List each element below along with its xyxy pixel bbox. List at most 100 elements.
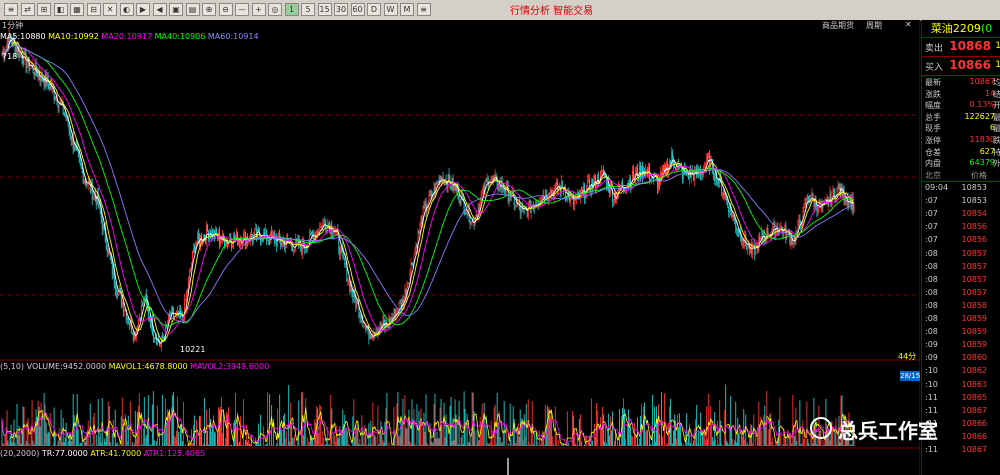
- toolbar-button[interactable]: ≡: [4, 3, 18, 16]
- tick-price: 10856: [961, 222, 987, 232]
- kline-chart[interactable]: [0, 20, 920, 475]
- toolbar-button[interactable]: 30: [334, 3, 348, 16]
- tick-price: 10859: [961, 327, 987, 337]
- candle-body: [388, 318, 390, 328]
- toolbar-button[interactable]: ⊟: [86, 3, 101, 16]
- candle-body: [714, 176, 716, 181]
- stat-value: 64379: [969, 158, 995, 168]
- toolbar-button[interactable]: 5: [301, 3, 315, 16]
- candle-body: [82, 173, 84, 184]
- candle-body: [804, 202, 806, 205]
- candle-body: [602, 170, 603, 171]
- candle-body: [486, 178, 488, 182]
- toolbar-button[interactable]: ◧: [53, 3, 68, 16]
- candle-body: [128, 322, 130, 325]
- toolbar-button[interactable]: ✕: [103, 3, 117, 16]
- toolbar-button[interactable]: —: [235, 3, 249, 16]
- candle-body: [601, 170, 602, 172]
- candle-body: [793, 237, 795, 244]
- candle-body: [383, 319, 385, 324]
- candle-body: [310, 231, 312, 233]
- tick-time: :09: [925, 353, 938, 363]
- candle-body: [165, 324, 167, 326]
- toolbar-button[interactable]: ▣: [169, 3, 183, 16]
- candle-body: [339, 249, 341, 256]
- candle-body: [672, 152, 674, 159]
- toolbar-button[interactable]: ⊕: [202, 3, 216, 16]
- toolbar-button[interactable]: ≡: [416, 3, 431, 16]
- candle-body: [42, 79, 44, 81]
- candle-body: [106, 250, 108, 253]
- candle-body: [798, 219, 800, 222]
- toolbar-button[interactable]: +: [251, 3, 266, 16]
- candle-body: [78, 153, 80, 158]
- toolbar-button[interactable]: ◎: [268, 3, 282, 16]
- candle-body: [232, 246, 234, 247]
- candle-body: [509, 198, 511, 200]
- bid-row[interactable]: 买入 10866 1: [922, 57, 1000, 76]
- candle-body: [519, 207, 521, 213]
- candle-body: [74, 145, 76, 151]
- toolbar-button[interactable]: ⊞: [37, 3, 51, 16]
- candle-body: [476, 214, 478, 218]
- scroll-indicator[interactable]: 28/15: [900, 371, 920, 381]
- candle-body: [795, 230, 797, 244]
- candle-body: [265, 229, 267, 235]
- ask-row[interactable]: 卖出 10868 1: [922, 38, 1000, 57]
- candle-body: [411, 263, 413, 266]
- toolbar-button[interactable]: ▤: [185, 3, 200, 16]
- candle-body: [26, 64, 28, 69]
- candle-body: [448, 174, 450, 181]
- candle-body: [81, 168, 83, 174]
- candle-body: [637, 168, 638, 179]
- toolbar-button[interactable]: ▦: [70, 3, 84, 16]
- candle-body: [742, 242, 744, 244]
- toolbar-button[interactable]: 60: [350, 3, 365, 16]
- quote-panel: 菜油2209(0 卖出 10868 1 买入 10866 1 最新 10867 均涨…: [921, 20, 1000, 475]
- candle-body: [581, 190, 583, 191]
- candle-body: [204, 234, 205, 238]
- toolbar-button[interactable]: ◐: [119, 3, 134, 16]
- candle-body: [198, 233, 199, 238]
- tick-row: :11 10867: [922, 444, 1000, 457]
- toolbar-button[interactable]: M: [400, 3, 414, 16]
- tick-row: :07 10853: [922, 195, 1000, 208]
- candle-body: [121, 302, 123, 305]
- candle-body: [743, 242, 745, 244]
- toolbar-button[interactable]: W: [383, 3, 398, 16]
- toolbar-button[interactable]: ⇄: [20, 3, 35, 16]
- stat-value: 122627: [964, 111, 995, 121]
- toolbar-button[interactable]: D: [367, 3, 381, 16]
- candle-body: [796, 230, 798, 232]
- bid-price: 10866: [949, 58, 991, 72]
- candle-body: [242, 243, 244, 246]
- ma5-legend: MA5:10880: [0, 32, 46, 41]
- stat-row: 最新 10867 均: [922, 77, 1000, 88]
- stat-extra-label: 持: [993, 147, 1000, 157]
- ticks-header-time: 北京: [925, 171, 941, 180]
- candle-body: [837, 186, 839, 191]
- candle-body: [679, 164, 681, 166]
- tick-price: 10859: [961, 340, 987, 350]
- candle-body: [753, 243, 755, 245]
- candle-body: [269, 240, 271, 244]
- top-toolbar: ≡ ⇄ ⊞ ◧ ▦ ⊟ ✕ ◐ ▶ ◀ ▣ ▤ ⊕ ⊖ — + ◎ 1 5 15 30 60 D W M ≡: [0, 0, 1000, 21]
- toolbar-button[interactable]: 1: [284, 3, 299, 16]
- candle-body: [366, 327, 368, 330]
- toolbar-button[interactable]: ⊖: [218, 3, 233, 16]
- candle-body: [153, 337, 155, 339]
- candle-body: [171, 308, 173, 310]
- candle-body: [807, 197, 809, 200]
- stat-label: 涨停: [925, 136, 941, 145]
- candle-body: [189, 271, 190, 279]
- candle-body: [529, 199, 531, 213]
- candle-body: [722, 192, 724, 194]
- contract-title[interactable]: 菜油2209(0: [922, 20, 1000, 38]
- candle-body: [535, 203, 537, 205]
- toolbar-button[interactable]: ▶: [136, 3, 150, 16]
- toolbar-button[interactable]: 15: [317, 3, 332, 16]
- candle-body: [657, 177, 659, 189]
- candle-body: [670, 160, 672, 163]
- atr-params: (20,2000): [0, 449, 40, 458]
- toolbar-button[interactable]: ◀: [152, 3, 167, 16]
